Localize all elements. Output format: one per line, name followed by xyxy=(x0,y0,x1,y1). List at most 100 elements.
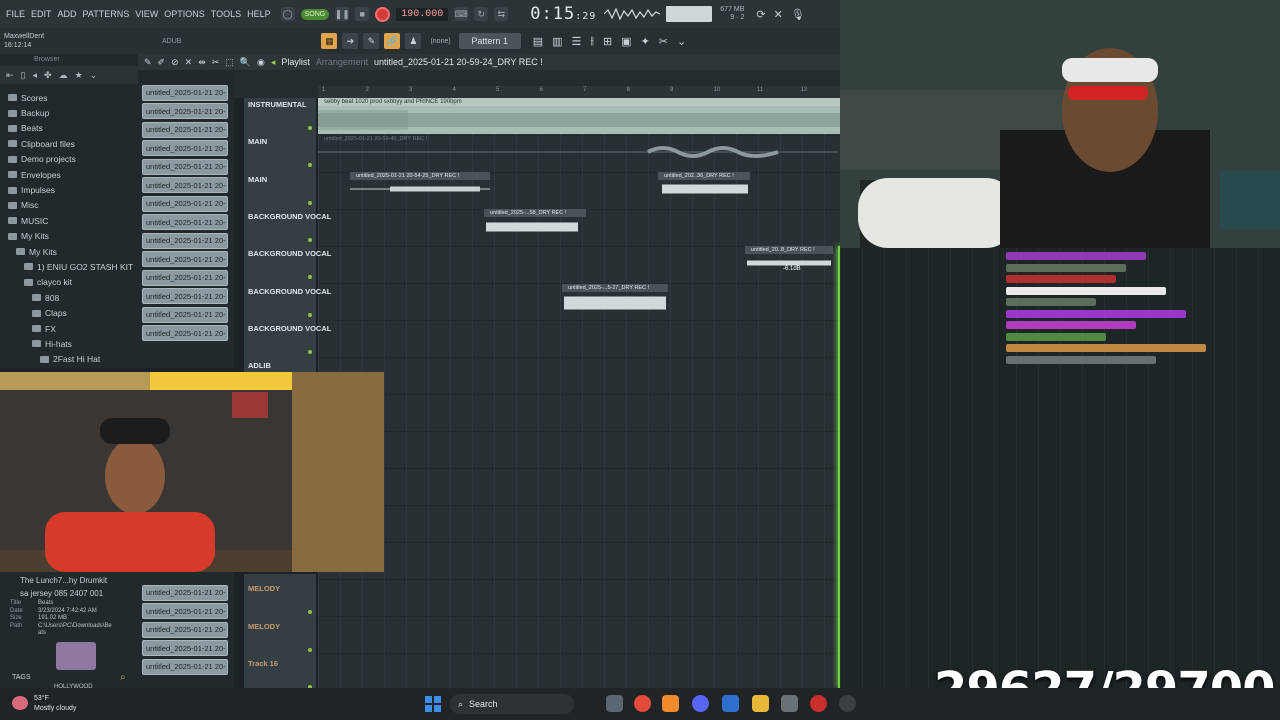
track-header[interactable]: MAIN xyxy=(248,137,314,146)
record-button[interactable] xyxy=(375,6,391,22)
paint-tool-icon[interactable]: ✐ xyxy=(158,57,166,68)
task-view-icon[interactable] xyxy=(606,695,623,712)
select-tool-icon[interactable]: ⬚ xyxy=(225,57,234,68)
track-active-led[interactable] xyxy=(308,200,312,205)
track-header[interactable]: ADLIB xyxy=(248,361,314,370)
chrome-icon[interactable] xyxy=(634,695,651,712)
link-icon[interactable]: 🔗 xyxy=(384,33,401,49)
file-item[interactable]: untitled_2025-01-21 20- xyxy=(142,306,228,323)
speaker-icon[interactable]: ◂ xyxy=(33,70,38,81)
track-active-led[interactable] xyxy=(308,349,312,354)
track-header[interactable]: BACKGROUND VOCAL xyxy=(248,324,331,333)
menu-add[interactable]: ADD xyxy=(58,9,77,19)
file-item[interactable]: untitled_2025-01-21 20- xyxy=(142,140,228,156)
audio-clip-4[interactable]: untitled_20..8_DRY REC ! -6.1dB xyxy=(745,246,833,272)
track-header[interactable]: BACKGROUND VOCAL xyxy=(248,287,331,296)
star-icon[interactable]: ★ xyxy=(75,70,83,81)
file-item[interactable]: untitled_2025-01-21 20- xyxy=(142,621,228,638)
fl-studio-icon[interactable] xyxy=(662,695,679,712)
browser-tree-item[interactable]: clayco kit xyxy=(0,275,138,290)
browser-tree-item[interactable]: Envelopes xyxy=(0,167,138,182)
browser-tree-item[interactable]: 808 xyxy=(0,290,138,305)
track-header[interactable]: MAIN xyxy=(248,175,314,184)
track-header[interactable]: BACKGROUND VOCAL xyxy=(248,249,331,258)
refresh-icon[interactable]: ⟳ xyxy=(756,8,765,21)
file-item[interactable]: untitled_2025-01-21 20- xyxy=(142,584,228,601)
audio-clip-5[interactable]: untitled_2025-...5-27_DRY REC ! xyxy=(562,284,668,310)
file-item[interactable]: untitled_2025-01-21 20- xyxy=(142,251,228,267)
track-header[interactable]: Track 16 xyxy=(248,659,314,668)
app-icon[interactable] xyxy=(810,695,827,712)
playlist-icon[interactable]: ▤ xyxy=(533,35,543,48)
document-icon[interactable]: ▯ xyxy=(21,70,26,81)
browser-tree-item[interactable]: Clipboard files xyxy=(0,136,138,151)
browser-tree-item[interactable]: FX xyxy=(0,321,138,336)
pause-icon[interactable]: ❚❚ xyxy=(335,7,350,21)
track-header[interactable]: INSTRUMENTAL xyxy=(248,100,314,109)
slice-tool-icon[interactable]: ✂ xyxy=(212,57,220,68)
file-item[interactable]: untitled_2025-01-21 20- xyxy=(142,177,228,193)
browser-tree-item[interactable]: Hi-hats xyxy=(0,336,138,351)
delete-tool-icon[interactable]: ⊘ xyxy=(171,57,179,68)
pattern-selector[interactable]: Pattern 1 xyxy=(458,33,521,49)
file-item[interactable]: untitled_2025-01-21 20- xyxy=(142,603,228,619)
track-header[interactable]: MELODY xyxy=(248,622,314,631)
loop-record-icon[interactable]: ↻ xyxy=(474,7,489,21)
browser-tree-item[interactable]: 2Fast Hi Hat xyxy=(0,352,138,367)
audio-clip-1[interactable]: untitled_2025-01-21 20-54-25_DRY REC ! xyxy=(350,172,490,198)
browser-tree-item[interactable]: 1) ENIU GO2 STASH KIT xyxy=(0,259,138,274)
file-item[interactable]: untitled_2025-01-21 20- xyxy=(142,158,228,175)
search-icon[interactable]: ⌕ xyxy=(120,672,126,683)
cloud-icon[interactable]: ☁ xyxy=(59,70,68,81)
browser-tree-item[interactable]: Impulses xyxy=(0,182,138,197)
pencil-icon[interactable]: ✎ xyxy=(363,33,380,49)
browser-tree-item[interactable]: Misc xyxy=(0,198,138,213)
metronome-icon[interactable]: ◯ xyxy=(280,7,295,21)
browser-tree-item[interactable]: Scores xyxy=(0,90,138,105)
discord-icon[interactable] xyxy=(692,695,709,712)
menu-view[interactable]: VIEW xyxy=(135,9,158,19)
audio-clip-2[interactable]: untitled_202..36_DRY REC ! xyxy=(658,172,750,198)
track-active-led[interactable] xyxy=(308,647,312,652)
app-icon-2[interactable] xyxy=(839,695,856,712)
piano-roll-icon[interactable]: ▥ xyxy=(552,35,562,48)
file-item[interactable]: untitled_2025-01-21 20- xyxy=(142,288,228,304)
track-active-led[interactable] xyxy=(308,610,312,614)
track-active-led[interactable] xyxy=(308,312,312,317)
file-item[interactable]: untitled_2025-01-21 20- xyxy=(142,103,228,119)
project-icon[interactable]: ▣ xyxy=(621,35,631,48)
playback-tool-icon[interactable]: ◉ xyxy=(257,57,265,68)
browser-tree-item[interactable]: Backup xyxy=(0,105,138,120)
browser-tree-item[interactable]: Demo projects xyxy=(0,152,138,167)
browser-tree-item[interactable]: MUSIC xyxy=(0,213,138,228)
plugin-icon[interactable]: ✦ xyxy=(641,35,650,48)
slip-tool-icon[interactable]: ⇹ xyxy=(198,57,206,68)
file-item[interactable]: untitled_2025-01-21 20- xyxy=(142,214,228,230)
song-position-display[interactable]: 0:15:29 xyxy=(530,4,596,24)
browser-tree-item[interactable]: Claps xyxy=(0,305,138,320)
windows-start-icon[interactable] xyxy=(425,696,441,712)
file-item[interactable]: untitled_2025-01-21 20- xyxy=(142,658,228,675)
stamp-icon[interactable]: ♟ xyxy=(405,33,422,49)
song-mode-toggle[interactable]: SONG xyxy=(300,8,330,20)
playlist-view-icon[interactable]: ▦ xyxy=(321,33,338,49)
browser-tree-item[interactable]: My Kits xyxy=(0,229,138,244)
file-item[interactable]: untitled_2025-01-21 20- xyxy=(142,640,228,656)
menu-edit[interactable]: EDIT xyxy=(31,9,52,19)
file-item[interactable]: untitled_2025-01-21 20- xyxy=(142,121,228,138)
plugin-filter-icon[interactable]: ✤ xyxy=(44,70,52,81)
track-header[interactable]: BACKGROUND VOCAL xyxy=(248,212,331,221)
zoom-tool-icon[interactable]: 🔍 xyxy=(240,57,251,68)
file-item[interactable]: untitled_2025-01-21 20- xyxy=(142,232,228,249)
menu-tools[interactable]: TOOLS xyxy=(211,9,241,19)
track-active-led[interactable] xyxy=(308,237,312,242)
pencil-tool-icon[interactable]: ✎ xyxy=(144,57,152,68)
wrench-icon[interactable]: ✂ xyxy=(659,35,668,48)
mute-tool-icon[interactable]: ✕ xyxy=(185,57,193,68)
microphone-icon[interactable]: 🎙 xyxy=(791,8,805,21)
audio-clip-3[interactable]: untitled_2025-...58_DRY REC ! xyxy=(484,209,586,235)
channel-rack-icon[interactable]: ☰ xyxy=(572,35,582,48)
track-active-led[interactable] xyxy=(308,163,312,168)
collapse-icon[interactable]: ⇤ xyxy=(6,70,14,81)
plugin-picker-icon[interactable]: ⊞ xyxy=(603,35,612,48)
